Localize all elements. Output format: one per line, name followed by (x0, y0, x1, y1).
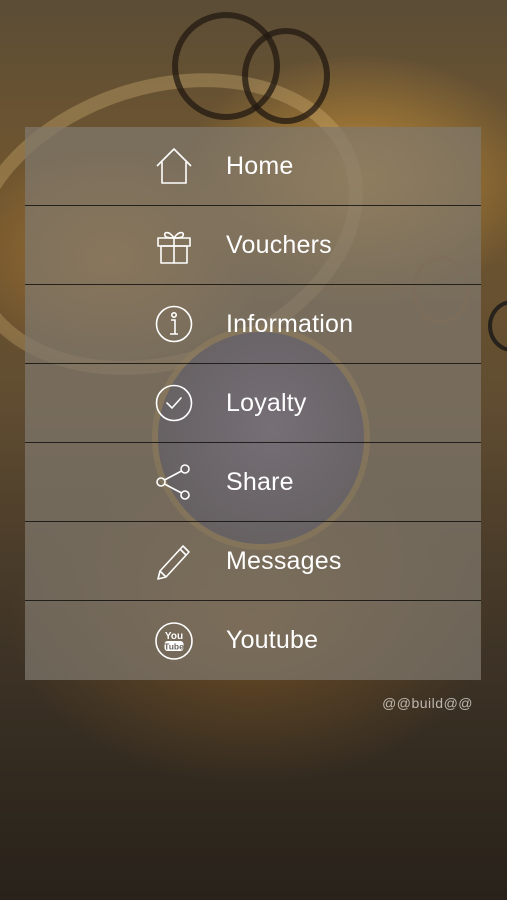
menu-item-label: Vouchers (226, 230, 332, 259)
menu-item-label: Messages (226, 546, 342, 575)
menu-item-loyalty[interactable]: Loyalty (25, 364, 481, 443)
share-icon (154, 462, 194, 502)
menu-item-messages[interactable]: Messages (25, 522, 481, 601)
menu-item-vouchers[interactable]: Vouchers (25, 206, 481, 285)
pencil-icon (154, 541, 194, 581)
menu-item-label: Share (226, 467, 294, 496)
side-menu: Home Vouchers Information Loyalty Share … (25, 127, 481, 680)
menu-item-home[interactable]: Home (25, 127, 481, 206)
menu-item-share[interactable]: Share (25, 443, 481, 522)
build-tag: @@build@@ (382, 695, 473, 711)
svg-text:Tube: Tube (164, 641, 184, 651)
youtube-icon: You Tube (154, 621, 194, 661)
check-circle-icon (154, 383, 194, 423)
menu-item-label: Loyalty (226, 388, 307, 417)
menu-item-label: Information (226, 309, 354, 338)
info-icon (154, 304, 194, 344)
menu-item-label: Home (226, 151, 294, 180)
home-icon (154, 146, 194, 186)
menu-item-information[interactable]: Information (25, 285, 481, 364)
gift-icon (154, 225, 194, 265)
menu-item-label: Youtube (226, 626, 319, 654)
menu-item-youtube[interactable]: You Tube Youtube (25, 601, 481, 680)
